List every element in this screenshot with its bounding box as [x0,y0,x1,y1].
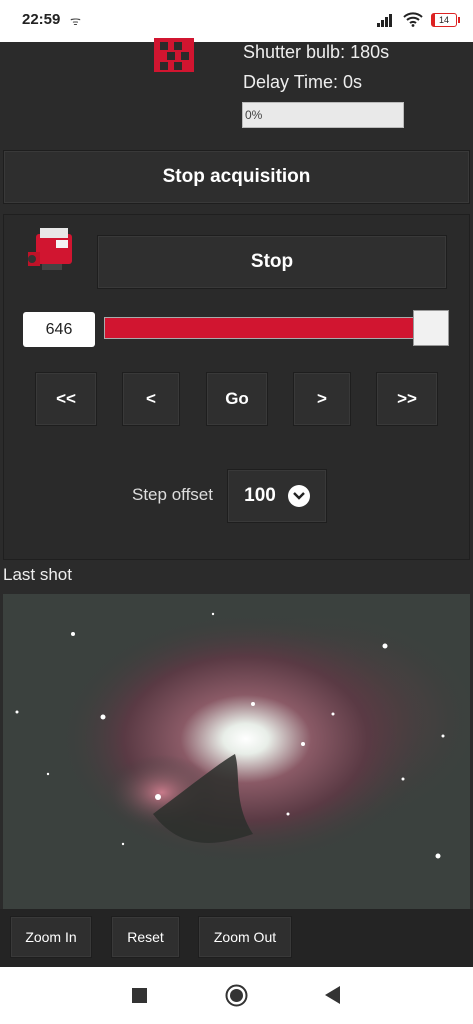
step-offset-select[interactable]: 100 [227,469,327,523]
shutter-info: Shutter bulb: 180s [243,42,390,62]
step-forward-large-button[interactable]: >> [376,372,438,426]
hotspot-icon: ᯤ [70,14,81,28]
step-forward-button[interactable]: > [293,372,351,426]
stop-button[interactable]: Stop [97,235,447,289]
wifi-icon [403,12,423,27]
step-back-button[interactable]: < [122,372,180,426]
system-navigation-bar [0,967,473,1024]
step-back-large-button[interactable]: << [35,372,97,426]
chevron-down-icon [287,485,310,507]
go-button[interactable]: Go [206,372,268,426]
progress-text: 0% [245,108,263,122]
last-shot-title: Last shot [3,565,72,584]
home-circle-icon[interactable] [225,984,248,1007]
focus-slider-track[interactable] [104,317,431,339]
acquisition-progress-bar: 0% [242,102,404,128]
step-offset-label: Step offset [132,485,213,504]
status-icons: 14 [377,12,460,27]
camera-icon [28,228,72,270]
status-bar: 22:59 ᯤ 14 [0,0,473,42]
last-shot-image[interactable] [3,594,470,909]
battery-icon: 14 [431,12,460,27]
acquisition-panel [0,42,473,148]
reset-button[interactable]: Reset [111,916,180,958]
app-logo-icon [154,38,194,72]
focus-slider-handle[interactable] [413,310,449,346]
battery-level: 14 [438,14,449,25]
back-triangle-icon[interactable] [325,986,341,1004]
stop-acquisition-button[interactable]: Stop acquisition [3,150,470,204]
delay-info: Delay Time: 0s [243,72,363,92]
focus-position-field[interactable]: 646 [23,312,95,347]
signal-icon [377,13,392,27]
zoom-in-button[interactable]: Zoom In [10,916,92,958]
zoom-out-button[interactable]: Zoom Out [198,916,292,958]
step-offset-value: 100 [244,485,276,506]
status-time: 22:59 [22,11,61,28]
stop-square-icon[interactable] [132,988,147,1003]
